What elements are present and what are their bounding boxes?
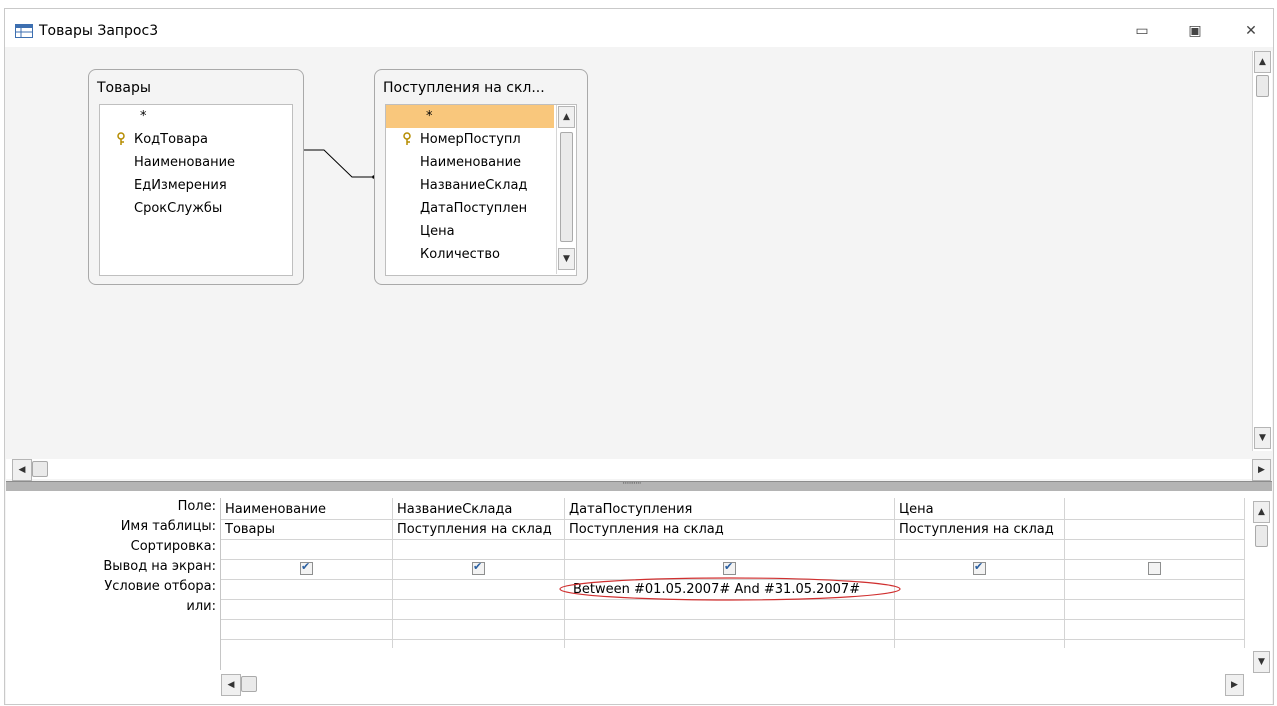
query-design-window: Товары Запрос3 ▭ ▣ ✕ Товары * КодТовара …	[4, 8, 1274, 705]
show-checkbox-unchecked[interactable]	[1148, 562, 1161, 575]
scroll-right-icon[interactable]: ▶	[1225, 674, 1244, 696]
show-checkbox[interactable]: ✔	[723, 560, 736, 575]
grid-field-cell[interactable]: Цена	[895, 499, 1064, 520]
pane-splitter[interactable]: ··········	[6, 479, 1272, 491]
row-label-or: или:	[186, 599, 216, 614]
field-list: * КодТовара Наименование ЕдИзмерения Сро…	[99, 104, 293, 276]
grid-table-cell[interactable]: Поступления на склад	[895, 519, 1064, 540]
row-label-sort: Сортировка:	[130, 539, 216, 554]
grid-field-cell[interactable]: ДатаПоступления	[565, 499, 894, 520]
window-title: Товары Запрос3	[39, 23, 159, 39]
scroll-thumb[interactable]	[241, 676, 257, 692]
grid-horizontal-scrollbar[interactable]: ◀ ▶	[220, 674, 1271, 696]
scroll-left-icon[interactable]: ◀	[12, 459, 32, 481]
table-box-postupleniya[interactable]: Поступления на скл... * НомерПоступл Наи…	[374, 69, 588, 285]
scroll-thumb[interactable]	[1256, 75, 1269, 97]
grid-table-cell[interactable]: Товары	[221, 519, 392, 540]
primary-key-icon	[117, 132, 125, 145]
show-checkbox[interactable]: ✔	[973, 560, 986, 575]
pane-vertical-scrollbar[interactable]: ▲ ▼	[1252, 51, 1272, 451]
scroll-up-icon[interactable]: ▲	[1253, 501, 1270, 523]
field-item-selected[interactable]: *	[386, 105, 554, 128]
grid-table-cell[interactable]: Поступления на склад	[393, 519, 564, 540]
design-grid-pane: Поле: Имя таблицы: Сортировка: Вывод на …	[6, 491, 1272, 704]
table-title: Поступления на скл...	[383, 80, 545, 96]
field-list: * НомерПоступл Наименование НазваниеСкла…	[385, 104, 577, 276]
scroll-up-icon[interactable]: ▲	[1254, 51, 1271, 73]
row-label-criteria: Условие отбора:	[104, 579, 216, 594]
field-item[interactable]: ЕдИзмерения	[100, 174, 292, 197]
field-item-key[interactable]: КодТовара	[100, 128, 292, 151]
field-item[interactable]: НазваниеСклад	[386, 174, 554, 197]
show-checkbox[interactable]: ✔	[300, 560, 313, 575]
primary-key-icon	[403, 132, 411, 145]
minimize-button[interactable]: ▭	[1132, 23, 1152, 39]
scroll-thumb[interactable]	[1255, 525, 1268, 547]
table-pane: Товары * КодТовара Наименование ЕдИзмере…	[6, 47, 1272, 481]
row-labels: Поле: Имя таблицы: Сортировка: Вывод на …	[6, 491, 216, 691]
pane-horizontal-scrollbar[interactable]: ◀ ▶	[6, 459, 1271, 481]
row-label-show: Вывод на экран:	[103, 559, 216, 574]
field-item[interactable]: СрокСлужбы	[100, 197, 292, 220]
field-item[interactable]: Наименование	[386, 151, 554, 174]
scroll-down-icon[interactable]: ▼	[1254, 427, 1271, 449]
table-box-tovary[interactable]: Товары * КодТовара Наименование ЕдИзмере…	[88, 69, 304, 285]
show-checkbox[interactable]: ✔	[472, 560, 485, 575]
splitter-grip-icon: ··········	[622, 479, 642, 489]
field-item-key[interactable]: НомерПоступл	[386, 128, 554, 151]
grid-vertical-scrollbar[interactable]: ▲ ▼	[1252, 501, 1271, 676]
close-button[interactable]: ✕	[1241, 23, 1261, 39]
row-label-field: Поле:	[177, 499, 216, 514]
table-title: Товары	[97, 80, 151, 96]
scroll-left-icon[interactable]: ◀	[221, 674, 241, 696]
field-item[interactable]: ДатаПоступлен	[386, 197, 554, 220]
scroll-thumb[interactable]	[32, 461, 48, 477]
restore-button[interactable]: ▣	[1185, 23, 1205, 39]
field-item[interactable]: Цена	[386, 220, 554, 243]
title-bar: Товары Запрос3 ▭ ▣ ✕	[5, 9, 1273, 47]
highlight-ellipse	[559, 577, 901, 601]
scroll-up-icon[interactable]: ▲	[558, 106, 575, 128]
field-item[interactable]: *	[100, 105, 292, 128]
scroll-down-icon[interactable]: ▼	[558, 248, 575, 270]
scroll-down-icon[interactable]: ▼	[1253, 651, 1270, 673]
query-icon	[15, 24, 33, 38]
field-item[interactable]: Наименование	[100, 151, 292, 174]
query-design-grid: Наименование Товары НазваниеСклада Посту…	[220, 498, 1245, 670]
grid-table-cell[interactable]: Поступления на склад	[565, 519, 894, 540]
scroll-thumb[interactable]	[560, 132, 573, 242]
grid-field-cell[interactable]: Наименование	[221, 499, 392, 520]
scroll-right-icon[interactable]: ▶	[1252, 459, 1271, 481]
row-label-table: Имя таблицы:	[120, 519, 216, 534]
field-list-scrollbar[interactable]: ▲ ▼	[556, 105, 576, 274]
field-item[interactable]: Количество	[386, 243, 554, 266]
grid-field-cell[interactable]: НазваниеСклада	[393, 499, 564, 520]
